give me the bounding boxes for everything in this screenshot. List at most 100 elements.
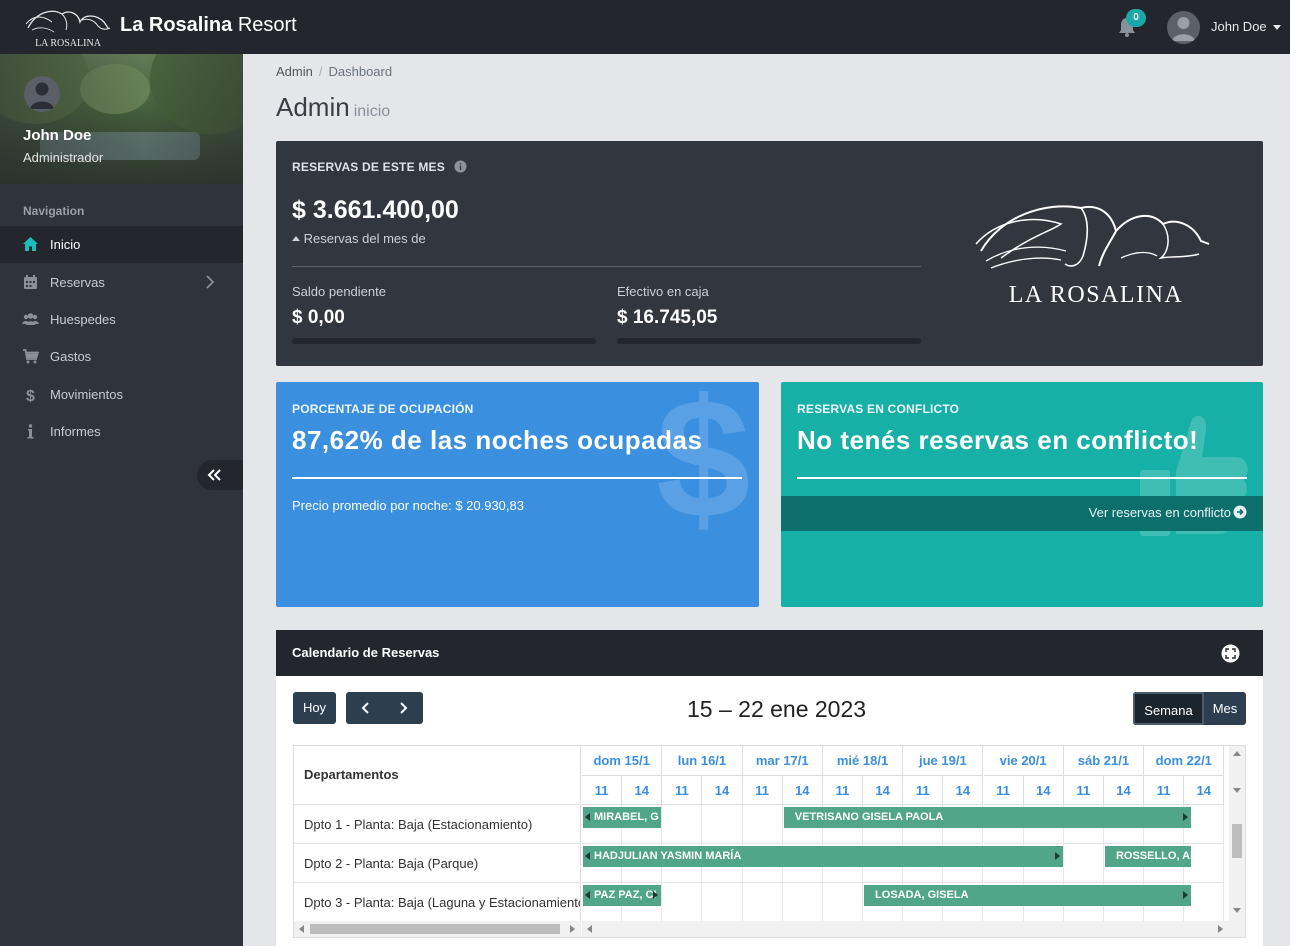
double-chevron-left-icon xyxy=(207,469,221,481)
view-month-button[interactable]: Mes xyxy=(1204,692,1246,725)
efectivo-progress xyxy=(617,338,921,344)
sidebar: John Doe Administrador Navigation Inicio… xyxy=(0,54,243,946)
day-column-header[interactable]: lun 16/1 xyxy=(662,746,743,776)
scroll-up-icon[interactable] xyxy=(1229,746,1245,762)
logo-horses-icon[interactable]: LA ROSALINA xyxy=(22,4,114,50)
scroll-left-icon[interactable] xyxy=(582,921,598,937)
nav-header: Navigation xyxy=(23,204,85,218)
timeline-slot[interactable] xyxy=(702,883,743,922)
event-label: PAZ PAZ, CI xyxy=(594,889,657,901)
user-menu-name: John Doe xyxy=(1211,19,1267,34)
timeline-slot[interactable] xyxy=(662,805,703,844)
timeline-slot[interactable] xyxy=(742,883,783,922)
vertical-scrollbar[interactable] xyxy=(1229,746,1245,937)
event-label: ROSSELLO, ANG xyxy=(1115,850,1191,862)
reservation-event[interactable]: ROSSELLO, ANG xyxy=(1104,846,1192,867)
sidebar-item-reservas[interactable]: Reservas xyxy=(0,264,243,301)
scroll-down-icon[interactable] xyxy=(1229,902,1245,918)
hour-column-header: 11 xyxy=(742,776,783,805)
sidebar-user-role: Administrador xyxy=(23,150,104,165)
occupancy-label: PORCENTAJE DE OCUPACIÓN xyxy=(292,402,474,416)
scroll-left-icon[interactable] xyxy=(294,921,310,937)
home-icon xyxy=(23,237,38,251)
reservation-event[interactable]: PAZ PAZ, CI xyxy=(583,885,662,906)
timeline-slot[interactable] xyxy=(782,883,823,922)
sidebar-collapse-button[interactable] xyxy=(197,460,243,490)
timeline-slot[interactable] xyxy=(742,805,783,844)
sidebar-item-label: Huespedes xyxy=(50,312,116,327)
chevron-right-icon[interactable] xyxy=(396,701,410,715)
resource-row: Dpto 2 - Planta: Baja (Parque) xyxy=(294,844,581,883)
svg-text:LA ROSALINA: LA ROSALINA xyxy=(35,38,102,49)
breadcrumb-admin-link[interactable]: Admin xyxy=(276,64,313,79)
day-column-header[interactable]: dom 15/1 xyxy=(582,746,663,776)
resource-header-label: Departamentos xyxy=(304,767,399,782)
summary-divider xyxy=(292,266,921,267)
efectivo-value: $ 16.745,05 xyxy=(617,307,718,328)
caret-up-icon xyxy=(292,236,300,241)
reservation-event[interactable]: HADJULIAN YASMIN MARÍA xyxy=(583,846,1063,867)
fullscreen-icon[interactable] xyxy=(1221,644,1240,663)
saldo-label: Saldo pendiente xyxy=(292,284,386,299)
saldo-progress xyxy=(292,338,596,344)
day-column-header[interactable]: mar 17/1 xyxy=(742,746,823,776)
scroll-down-icon[interactable] xyxy=(1229,782,1245,798)
arrow-circle-right-icon xyxy=(1233,505,1247,519)
hour-column-header: 14 xyxy=(943,776,984,805)
info-circle-icon[interactable] xyxy=(454,160,467,173)
view-conflicts-text: Ver reservas en conflicto xyxy=(1088,505,1231,520)
reservation-event[interactable]: LOSADA, GISELA xyxy=(864,885,1192,906)
timeline-grid: Departamentos Dpto 1 - Planta: Baja (Est… xyxy=(293,745,1246,938)
resource-row: Dpto 3 - Planta: Baja (Laguna y Estacion… xyxy=(294,883,581,922)
day-column-header[interactable]: sáb 21/1 xyxy=(1063,746,1145,776)
timeline-slot[interactable] xyxy=(662,883,703,922)
timeline-slot[interactable] xyxy=(1063,844,1104,883)
occupancy-value: 87,62% de las noches ocupadas xyxy=(292,425,703,455)
event-continues-left-icon xyxy=(585,852,590,860)
today-button[interactable]: Hoy xyxy=(293,692,336,724)
scroll-right-icon[interactable] xyxy=(1212,921,1228,937)
day-column-header[interactable]: mié 18/1 xyxy=(822,746,904,776)
user-avatar[interactable] xyxy=(1167,11,1200,44)
sidebar-avatar xyxy=(24,76,60,112)
hour-column-header: 14 xyxy=(863,776,904,805)
vertical-scroll-thumb[interactable] xyxy=(1232,824,1242,858)
timeline-slot[interactable] xyxy=(822,883,864,922)
summary-label-text: RESERVAS DE ESTE MES xyxy=(292,160,445,174)
dollar-watermark-icon: $ xyxy=(656,382,751,554)
view-week-button[interactable]: Semana xyxy=(1133,692,1204,725)
breadcrumb-separator: / xyxy=(318,64,323,79)
reservation-event[interactable]: MIRABEL, G xyxy=(583,807,662,828)
sidebar-item-informes[interactable]: Informes xyxy=(0,413,243,450)
resource-label: Dpto 1 - Planta: Baja (Estacionamiento) xyxy=(304,817,533,832)
page-subtitle: inicio xyxy=(353,103,391,120)
calendar-header: Calendario de Reservas xyxy=(276,630,1263,676)
occupancy-tile: $ PORCENTAJE DE OCUPACIÓN 87,62% de las … xyxy=(276,382,759,607)
event-continues-right-icon xyxy=(1183,813,1189,821)
sidebar-item-huespedes[interactable]: Huespedes xyxy=(0,301,243,338)
day-column-header[interactable]: vie 20/1 xyxy=(983,746,1064,776)
sidebar-item-movimientos[interactable]: $ Movimientos xyxy=(0,376,243,413)
event-label: VETRISANO GISELA PAOLA xyxy=(794,811,944,823)
scroll-right-icon[interactable] xyxy=(564,921,580,937)
day-column-header[interactable]: dom 22/1 xyxy=(1144,746,1225,776)
sidebar-item-label: Reservas xyxy=(50,275,105,290)
reservation-event[interactable]: VETRISANO GISELA PAOLA xyxy=(783,807,1192,828)
chevron-left-icon[interactable] xyxy=(359,701,373,715)
horizontal-scrollbar[interactable] xyxy=(582,921,1229,937)
sidebar-item-gastos[interactable]: Gastos xyxy=(0,338,243,375)
svg-text:$: $ xyxy=(26,388,35,403)
horizontal-scroll-thumb[interactable] xyxy=(310,924,560,934)
hour-column-header: 11 xyxy=(903,776,944,805)
user-menu[interactable]: John Doe xyxy=(1211,19,1282,34)
app-brand[interactable]: La Rosalina Resort xyxy=(120,14,297,37)
timeline-slot[interactable] xyxy=(702,805,743,844)
summary-label: RESERVAS DE ESTE MES xyxy=(292,160,467,174)
horizontal-scrollbar[interactable] xyxy=(294,921,581,937)
event-label: HADJULIAN YASMIN MARÍA xyxy=(594,850,742,862)
sidebar-profile: John Doe Administrador xyxy=(0,54,243,184)
sidebar-item-label: Gastos xyxy=(50,349,92,364)
view-conflicts-link[interactable]: Ver reservas en conflicto xyxy=(781,496,1263,531)
sidebar-item-inicio[interactable]: Inicio xyxy=(0,226,243,263)
day-column-header[interactable]: jue 19/1 xyxy=(903,746,984,776)
